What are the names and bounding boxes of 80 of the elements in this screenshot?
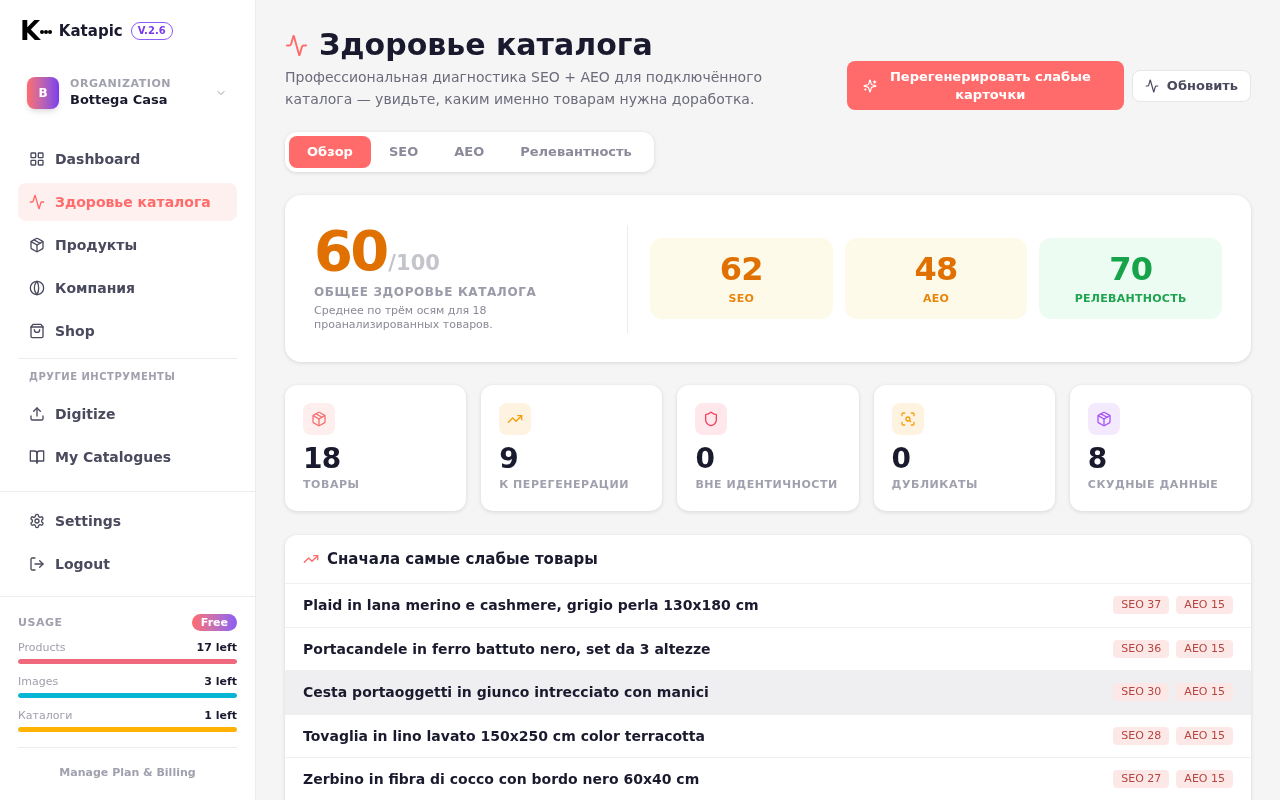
panel-title: Сначала самые слабые товары (327, 549, 598, 569)
axis-score: 48 (914, 251, 958, 287)
book-icon (29, 449, 45, 465)
score-badge: AEO 15 (1176, 683, 1233, 702)
nav-item[interactable]: Settings (18, 502, 237, 540)
product-row[interactable]: Plaid in lana merino e cashmere, grigio perla 130x180 cm SEO 37 AEO 15 (285, 584, 1251, 628)
org-label: ORGANIZATION (70, 77, 172, 91)
shopping-bag-icon (29, 323, 45, 339)
logo-dots-icon (39, 30, 52, 34)
org-avatar: B (27, 77, 59, 109)
product-row[interactable]: Tovaglia in lino lavato 150x250 cm color terracotta SEO 28 AEO 15 (285, 714, 1251, 758)
product-name: Tovaglia in lino lavato 150x250 cm color terracotta (303, 726, 705, 745)
axis-label: РЕЛЕВАНТНОСТЬ (1074, 292, 1187, 306)
score-badge: SEO 37 (1113, 596, 1170, 615)
score-badge: AEO 15 (1176, 770, 1233, 789)
axis-label: AEO (922, 292, 950, 306)
product-name: Cesta portaoggetti in giunco intrecciato con manici (303, 683, 709, 702)
meter-label: Каталоги (18, 709, 73, 723)
page-subtitle: Профессиональная диагностика SEO + AEO для подключённого каталога — увидьте, каким именно товарам нужна доработка. (285, 68, 764, 109)
nav-item[interactable]: Logout (18, 545, 237, 583)
section-heading: ДРУГИЕ ИНСТРУМЕНТЫ (28, 370, 177, 384)
meter-reading: 17 left (196, 641, 237, 655)
axis-score: 62 (719, 251, 763, 287)
score-description: Среднее по трём осям для 18 проанализированных товаров. (314, 303, 494, 332)
product-name: Portacandele in ferro battuto nero, set da 3 altezze (303, 639, 711, 658)
meter-label: Products (18, 641, 66, 655)
stat-label: ДУБЛИКАТЫ (891, 478, 979, 492)
score-badge: AEO 15 (1176, 596, 1233, 615)
meter-reading: 1 left (204, 709, 237, 723)
globe-icon (29, 280, 45, 296)
logout-icon (29, 556, 45, 572)
axis-score: 70 (1109, 251, 1153, 287)
score-label: ОБЩЕЕ ЗДОРОВЬЕ КАТАЛОГА (314, 283, 538, 300)
pulse-icon (29, 194, 45, 210)
nav-item[interactable]: Digitize (18, 395, 237, 433)
meter-reading: 3 left (204, 675, 237, 689)
nav-item[interactable]: Продукты (18, 226, 237, 264)
logo-letter: K (20, 18, 39, 44)
grid-icon (29, 151, 45, 167)
box-icon (29, 237, 45, 253)
nav-item[interactable]: My Catalogues (18, 438, 237, 476)
nav-item[interactable]: Компания (18, 269, 237, 307)
stat-value: 0 (891, 443, 912, 475)
product-name: Zerbino in fibra di cocco con bordo nero 60x40 cm (303, 770, 700, 789)
upload-icon (29, 406, 45, 422)
meter-label: Images (18, 675, 59, 689)
score-badge: SEO 27 (1113, 770, 1170, 789)
plan-badge: Free (191, 614, 237, 631)
overall-score: 60 (314, 225, 387, 276)
product-name: Plaid in lana merino e cashmere, grigio perla 130x180 cm (303, 596, 759, 615)
refresh-button[interactable]: Обновить (1131, 69, 1251, 102)
stat-label: ТОВАРЫ (303, 478, 361, 492)
axis-label: SEO (728, 292, 755, 306)
stat-value: 8 (1087, 443, 1108, 475)
brand-name: Katapic (58, 21, 123, 41)
page-title: Здоровье каталога (319, 27, 653, 63)
score-badge: AEO 15 (1176, 726, 1233, 745)
stat-label: СКУДНЫЕ ДАННЫЕ (1087, 478, 1220, 492)
score-max: /100 (388, 250, 440, 275)
organization-switcher[interactable]: B ORGANIZATION Bottega Casa (18, 77, 237, 109)
usage-heading: USAGE (18, 615, 63, 630)
stat-value: 0 (695, 443, 716, 475)
stat-label: К ПЕРЕГЕНЕРАЦИИ (499, 478, 630, 492)
score-badge: SEO 30 (1113, 683, 1170, 702)
score-badge: AEO 15 (1176, 639, 1233, 658)
stat-label: ВНЕ ИДЕНТИЧНОСТИ (695, 478, 839, 492)
stat-value: 9 (499, 443, 519, 475)
sparkles-icon (862, 78, 877, 93)
product-row[interactable]: Zerbino in fibra di cocco con bordo nero 60x40 cm SEO 27 AEO 15 (285, 758, 1251, 800)
nav-item[interactable]: Dashboard (18, 140, 237, 178)
stat-value: 18 (303, 443, 342, 475)
product-row[interactable]: Cesta portaoggetti in giunco intrecciato con manici SEO 30 AEO 15 (285, 671, 1251, 715)
score-badge: SEO 36 (1113, 639, 1170, 658)
nav-item[interactable]: Shop (18, 312, 237, 350)
product-row[interactable]: Portacandele in ferro battuto nero, set da 3 altezze SEO 36 AEO 15 (285, 627, 1251, 671)
settings-icon (29, 513, 45, 529)
pulse-icon (1144, 78, 1159, 93)
org-name: Bottega Casa (70, 91, 169, 109)
score-badge: SEO 28 (1113, 726, 1170, 745)
pulse-icon (285, 33, 308, 57)
